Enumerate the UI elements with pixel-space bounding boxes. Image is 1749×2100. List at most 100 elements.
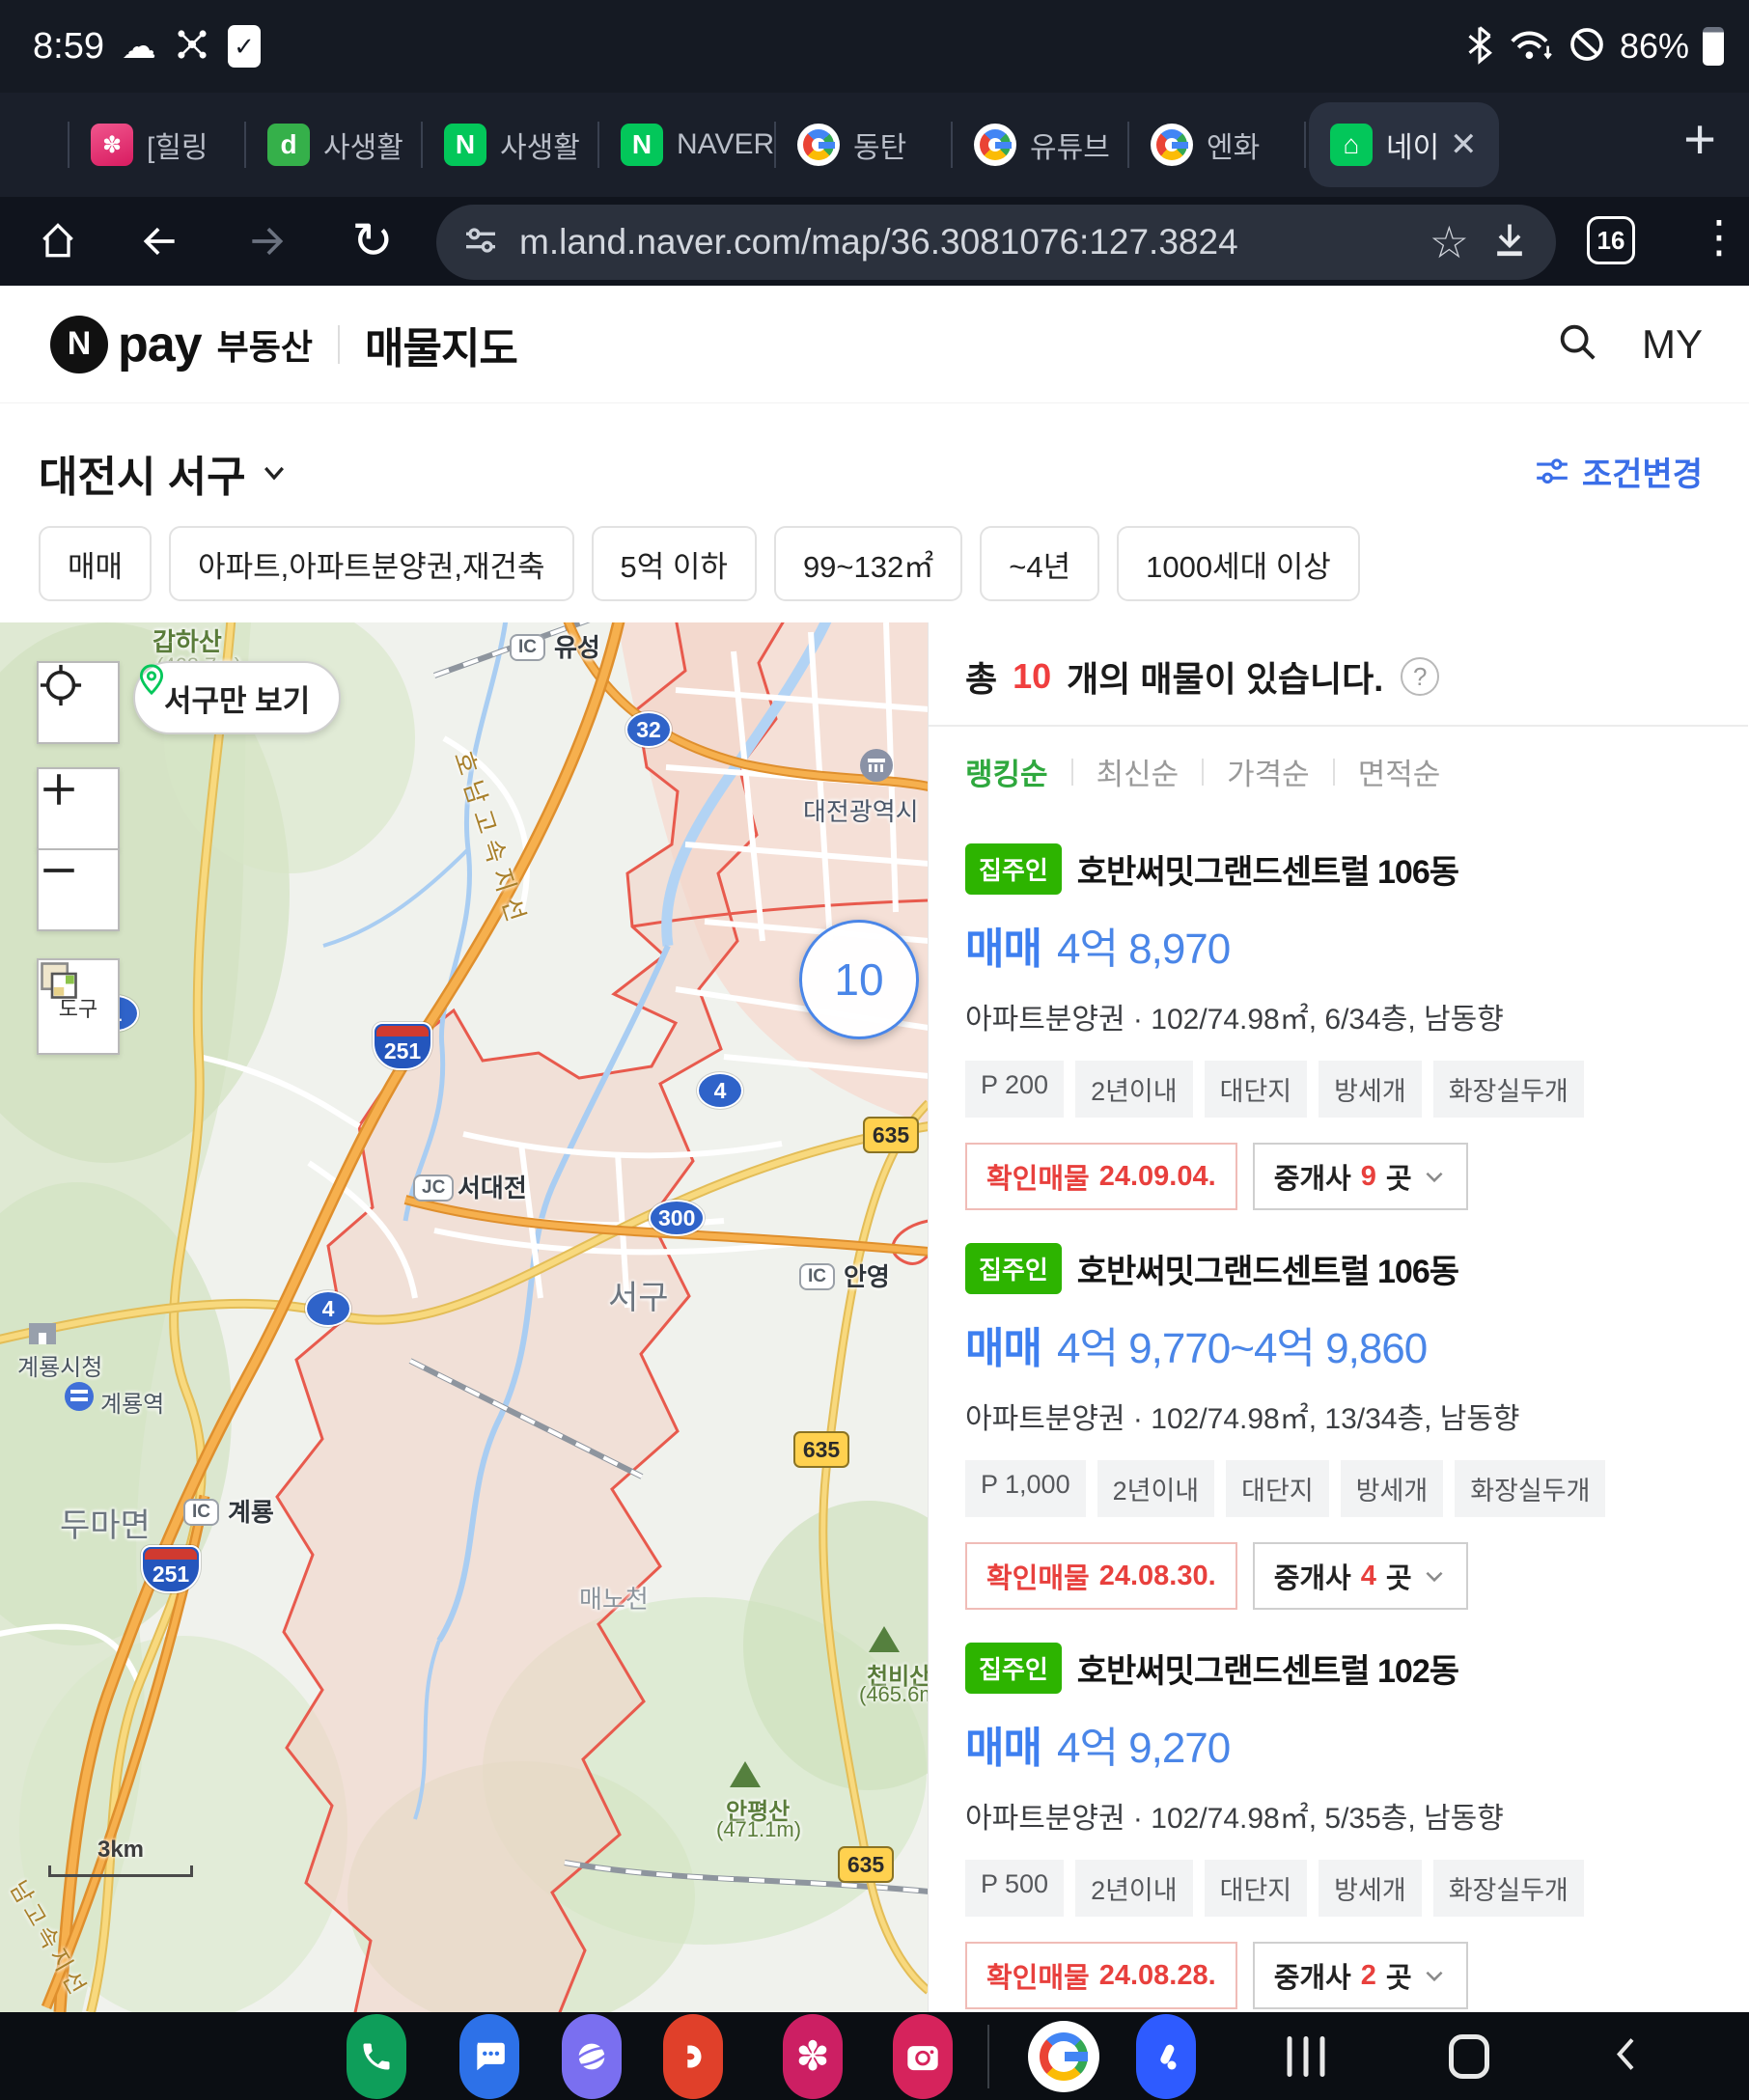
dock-divider	[987, 2025, 989, 2088]
pay-logo-text[interactable]: pay	[118, 316, 202, 373]
result-summary: 총 10 개의 매물이 있습니다. ?	[929, 622, 1748, 727]
bookmark-star-icon[interactable]: ☆	[1430, 216, 1469, 268]
my-menu[interactable]: MY	[1642, 321, 1703, 368]
forward-button[interactable]	[237, 212, 295, 270]
tag: 2년이내	[1075, 1860, 1193, 1917]
listing-title[interactable]: 호반써밋그랜드센트럴 102동	[1077, 1644, 1458, 1692]
bluetooth-icon	[1465, 24, 1494, 69]
tab-healing[interactable]: ✽ [힐링	[68, 93, 244, 197]
tag: 방세개	[1319, 1860, 1422, 1917]
map-label-anpyeongsan-height: (471.1m)	[716, 1817, 801, 1842]
region-selector[interactable]: 대전시 서구	[39, 442, 289, 504]
price: 4억 9,770~4억 9,860	[1057, 1313, 1427, 1375]
chevron-down-icon	[260, 458, 289, 487]
recents-button[interactable]	[1288, 2036, 1325, 2077]
map-tools-button[interactable]: 도구	[37, 958, 120, 1055]
listing-title[interactable]: 호반써밋그랜드센트럴 106동	[1077, 845, 1458, 893]
red-app-icon[interactable]	[663, 2014, 723, 2099]
tune-icon[interactable]	[461, 221, 500, 264]
back-button[interactable]	[131, 212, 189, 270]
naver-n-logo[interactable]: N	[50, 316, 108, 373]
listing-card[interactable]: 집주인 호반써밋그랜드센트럴 106동 매매 4억 8,970 아파트분양권 ·…	[929, 811, 1748, 1210]
flower-app-icon[interactable]: ✽	[783, 2014, 843, 2099]
layers-icon	[39, 960, 79, 1001]
google-app-icon[interactable]	[1028, 2021, 1099, 2092]
tab-yen[interactable]: 엔화	[1127, 93, 1304, 197]
tab-privacy-1[interactable]: d 사생활	[244, 93, 421, 197]
route-shield-300: 300	[649, 1200, 705, 1236]
camera-app-icon[interactable]	[893, 2014, 953, 2099]
chip-trade-type[interactable]: 매매	[39, 526, 152, 601]
naver-pay-header: N pay 부동산 매물지도 MY	[0, 286, 1749, 403]
naver-land-app-icon[interactable]	[1136, 2014, 1196, 2099]
tab-dongtan[interactable]: 동탄	[774, 93, 951, 197]
new-tab-button[interactable]: +	[1683, 112, 1716, 168]
status-bar: 8:59 ☁ ✓ 86%	[0, 0, 1749, 93]
locate-button[interactable]	[37, 661, 120, 744]
agents-dropdown[interactable]: 중개사 2 곳	[1253, 1942, 1468, 2009]
url-text[interactable]: m.land.naver.com/map/36.3081076:127.3824	[519, 222, 1410, 262]
samsung-internet-app-icon[interactable]	[562, 2014, 622, 2099]
chip-age[interactable]: ~4년	[980, 526, 1099, 601]
sort-area[interactable]: 면적순	[1358, 750, 1441, 793]
reload-button[interactable]: ↻	[344, 212, 402, 270]
zoom-out-button[interactable]	[37, 848, 120, 931]
confirmed-listing-box: 확인매물 24.09.04.	[965, 1143, 1237, 1210]
jc-chip: JC	[413, 1174, 454, 1202]
chip-price[interactable]: 5억 이하	[592, 526, 757, 601]
tag: 방세개	[1341, 1460, 1444, 1517]
chip-households[interactable]: 1000세대 이상	[1117, 526, 1360, 601]
tag: 대단지	[1205, 1860, 1308, 1917]
listing-card[interactable]: 집주인 호반써밋그랜드센트럴 102동 매매 4억 9,270 아파트분양권 ·…	[929, 1610, 1748, 2009]
listing-card[interactable]: 집주인 호반써밋그랜드센트럴 106동 매매 4억 9,770~4억 9,860…	[929, 1210, 1748, 1610]
zoom-in-button[interactable]	[37, 767, 120, 850]
sort-price[interactable]: 가격순	[1227, 750, 1310, 793]
map-label-seodaejeon: 서대전	[458, 1169, 527, 1204]
tab-count-button[interactable]: 16	[1587, 216, 1635, 264]
sort-ranking[interactable]: 랭킹순	[965, 750, 1048, 793]
map-canvas[interactable]: 갑하산 (468.7m) IC 유성 대전광역시 호남고속지선 JC 서대전 서…	[0, 622, 929, 2012]
sort-newest[interactable]: 최신순	[1097, 750, 1180, 793]
tab-naver[interactable]: N NAVER	[597, 93, 774, 197]
section-label[interactable]: 부동산	[217, 319, 313, 370]
pin-icon	[135, 663, 168, 696]
listing-title[interactable]: 호반써밋그랜드센트럴 106동	[1077, 1245, 1458, 1292]
chip-property-type[interactable]: 아파트,아파트분양권,재건축	[169, 526, 573, 601]
tag: P 500	[965, 1860, 1064, 1917]
confirmed-listing-box: 확인매물 24.08.30.	[965, 1542, 1237, 1610]
tag: P 1,000	[965, 1460, 1086, 1517]
map-label-station: 계룡역	[100, 1385, 164, 1419]
chevron-down-icon	[1422, 1963, 1447, 1988]
close-tab-icon[interactable]: ✕	[1450, 125, 1478, 164]
tab-naver-land-active[interactable]: ⌂ 네이버 ✕	[1309, 102, 1499, 187]
search-icon[interactable]	[1555, 319, 1599, 369]
download-icon[interactable]	[1488, 219, 1531, 266]
messages-app-icon[interactable]	[459, 2014, 519, 2099]
agents-dropdown[interactable]: 중개사 4 곳	[1253, 1542, 1468, 1610]
agents-dropdown[interactable]: 중개사 9 곳	[1253, 1143, 1468, 1210]
chevron-down-icon	[1422, 1164, 1447, 1189]
phone-app-icon[interactable]	[347, 2014, 406, 2099]
chip-area[interactable]: 99~132㎡	[774, 526, 962, 601]
owner-badge: 집주인	[965, 843, 1062, 895]
header-divider	[338, 325, 340, 364]
view-district-only-button[interactable]: 서구만 보기	[133, 661, 341, 734]
change-conditions-button[interactable]: 조건변경	[1534, 448, 1703, 495]
naver-favicon: N	[444, 124, 486, 166]
route-shield-4: 4	[697, 1072, 743, 1109]
trade-type: 매매	[965, 1313, 1041, 1375]
home-button[interactable]	[29, 212, 87, 270]
url-bar[interactable]: m.land.naver.com/map/36.3081076:127.3824…	[436, 205, 1556, 280]
listing-cluster-marker[interactable]: 10	[799, 920, 919, 1039]
confirmed-listing-box: 확인매물 24.08.28.	[965, 1942, 1237, 2009]
ipadmarket-favicon: ✽	[91, 124, 133, 166]
filter-chip-row: 매매 아파트,아파트분양권,재건축 5억 이하 99~132㎡ ~4년 1000…	[0, 526, 1749, 622]
tab-privacy-2[interactable]: N 사생활	[421, 93, 597, 197]
route-shield-32: 32	[625, 711, 672, 748]
minus-icon	[39, 850, 79, 891]
back-nav-button[interactable]	[1608, 2031, 1647, 2082]
help-icon[interactable]: ?	[1401, 657, 1439, 696]
menu-kebab-icon[interactable]: ⋮	[1697, 210, 1741, 262]
tab-youtube[interactable]: 유튜브	[951, 93, 1127, 197]
home-nav-button[interactable]	[1449, 2034, 1489, 2079]
